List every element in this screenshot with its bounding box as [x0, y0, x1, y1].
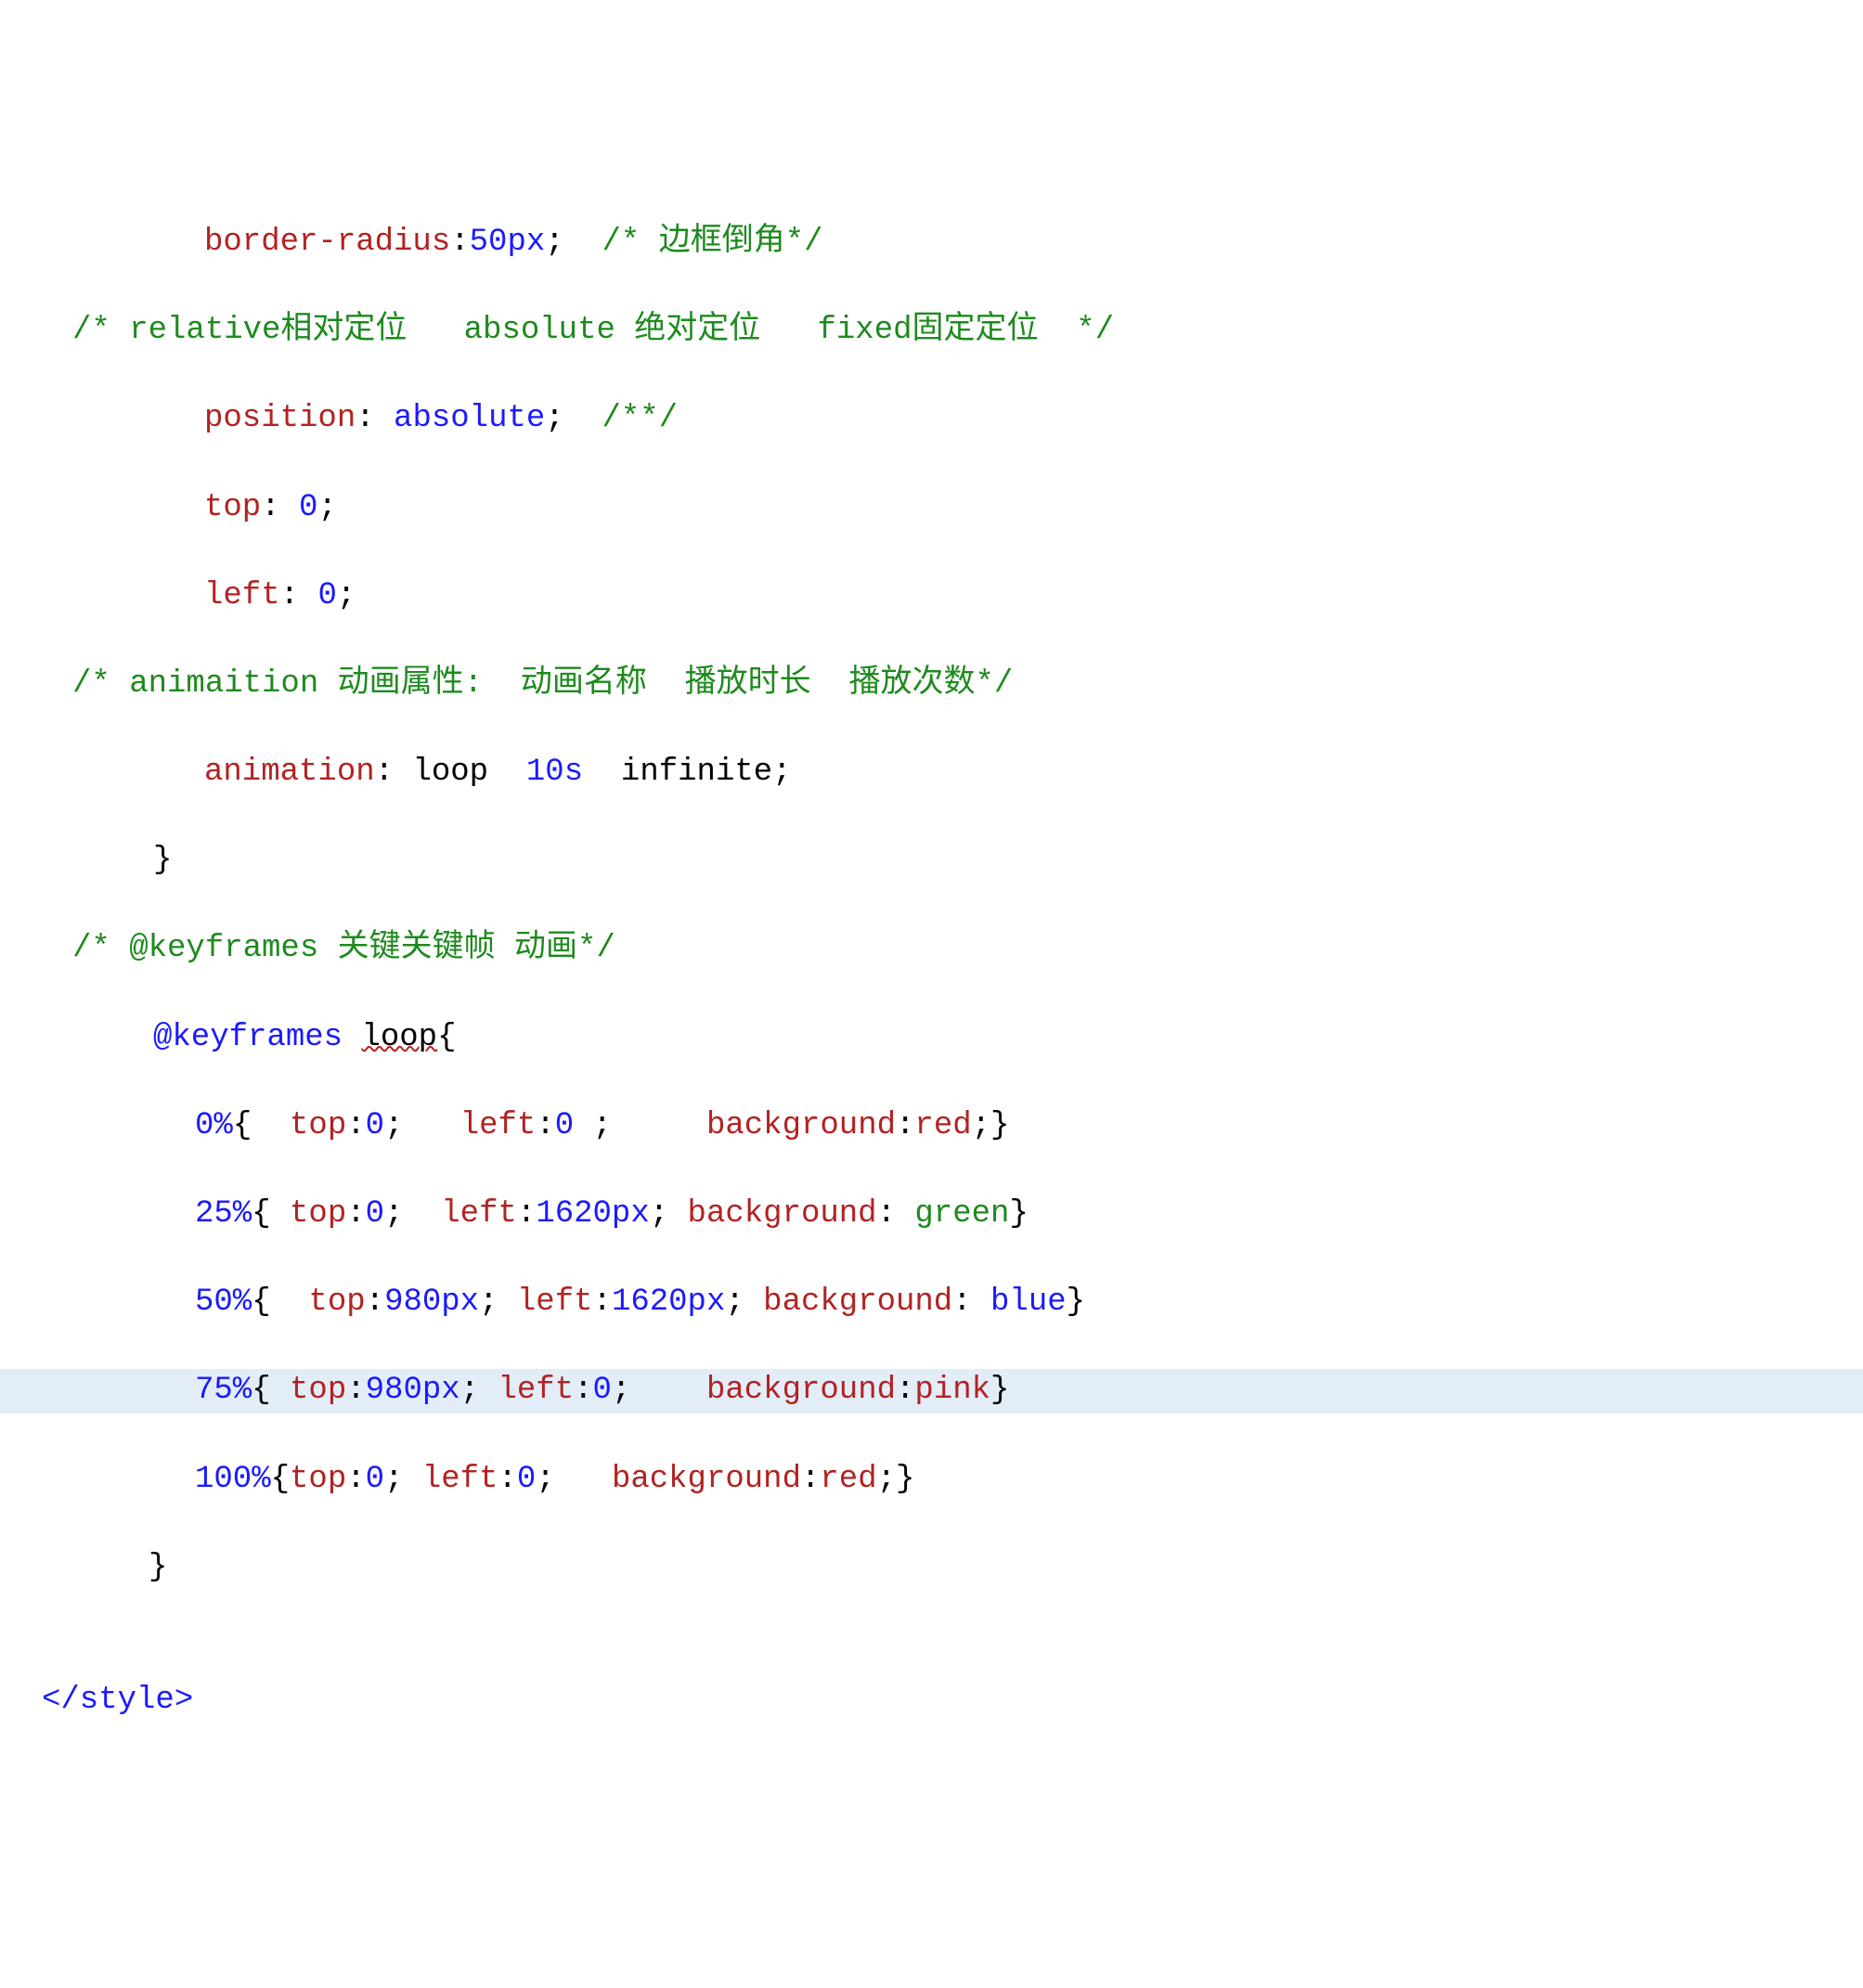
code-line: /* relative相对定位 absolute 绝对定位 fixed固定定位 … — [0, 309, 1863, 354]
style-close-tag: </style> — [42, 1683, 193, 1718]
css-comment: /**/ — [602, 401, 679, 436]
css-value: 0 — [299, 490, 317, 525]
css-value: 10s — [526, 755, 583, 790]
keyframe-percent: 50% — [195, 1284, 252, 1320]
code-line: top: 0; — [0, 486, 1863, 531]
css-comment: /* 边框倒角*/ — [602, 225, 823, 260]
keyframes-rule: @keyframes — [153, 1020, 343, 1055]
color-red: red — [914, 1108, 971, 1143]
keyframe-percent: 100% — [195, 1462, 271, 1497]
brace: } — [149, 1550, 167, 1585]
code-line-highlighted: 75%{ top:980px; left:0; background:pink} — [0, 1369, 1863, 1414]
code-line: animation: loop 10s infinite; — [0, 751, 1863, 795]
css-value: infinite — [621, 755, 772, 790]
css-prop: position — [204, 401, 356, 436]
css-prop: border-radius — [204, 225, 450, 260]
css-value: 50px — [470, 225, 546, 260]
code-line: position: absolute; /**/ — [0, 397, 1863, 442]
keyframe-percent: 75% — [195, 1373, 252, 1408]
css-comment: /* relative相对定位 absolute 绝对定位 fixed固定定位 … — [72, 313, 1114, 348]
css-value: 0 — [317, 578, 336, 613]
color-green: green — [914, 1196, 1009, 1232]
css-comment: /* animaition 动画属性: 动画名称 播放时长 播放次数*/ — [72, 666, 1013, 702]
code-line: } — [0, 1546, 1863, 1591]
animation-name: loop — [361, 1020, 437, 1055]
css-comment: /* @keyframes 关键关键帧 动画*/ — [72, 931, 615, 966]
color-pink: pink — [914, 1373, 990, 1408]
code-line: border-radius:50px; /* 边框倒角*/ — [0, 221, 1863, 265]
code-line: /* animaition 动画属性: 动画名称 播放时长 播放次数*/ — [0, 663, 1863, 707]
brace: } — [153, 843, 172, 878]
code-line: @keyframes loop{ — [0, 1016, 1863, 1061]
keyframe-percent: 0% — [195, 1108, 233, 1143]
code-line: 0%{ top:0; left:0 ; background:red;} — [0, 1104, 1863, 1149]
css-prop: animation — [204, 755, 375, 790]
css-prop: left — [204, 578, 280, 613]
code-line: /* @keyframes 关键关键帧 动画*/ — [0, 927, 1863, 972]
animation-name: loop — [412, 755, 488, 790]
code-line: 50%{ top:980px; left:1620px; background:… — [0, 1281, 1863, 1325]
css-prop: top — [204, 490, 261, 525]
code-line: 100%{top:0; left:0; background:red;} — [0, 1458, 1863, 1503]
code-line: 25%{ top:0; left:1620px; background: gre… — [0, 1193, 1863, 1237]
code-editor: border-radius:50px; /* 边框倒角*/ /* relativ… — [0, 176, 1863, 1766]
color-blue: blue — [990, 1284, 1067, 1320]
keyframe-percent: 25% — [195, 1196, 252, 1232]
code-line: </style> — [0, 1679, 1863, 1723]
brace: { — [437, 1020, 456, 1055]
color-red: red — [820, 1462, 876, 1497]
css-value: absolute — [394, 401, 545, 436]
code-line: } — [0, 839, 1863, 884]
code-line: left: 0; — [0, 574, 1863, 619]
